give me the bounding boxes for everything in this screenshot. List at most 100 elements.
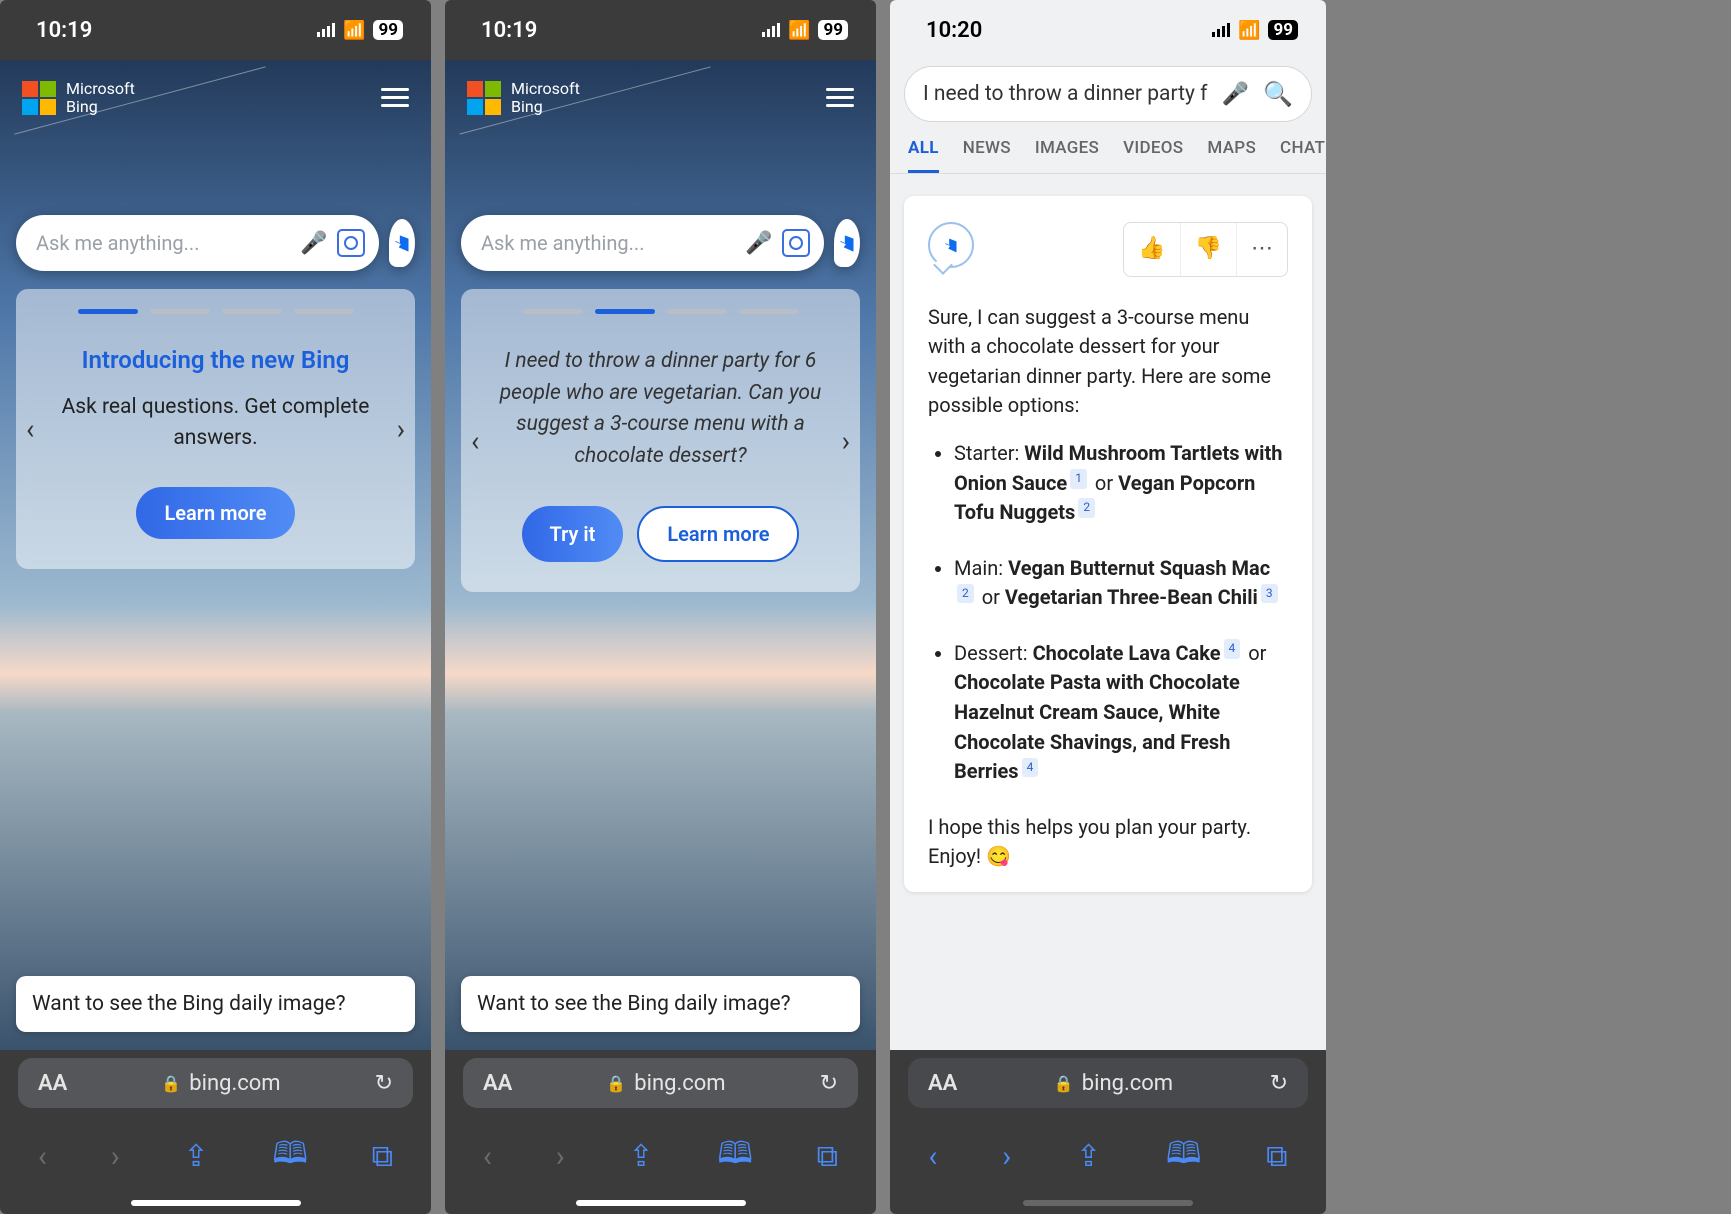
chevron-right-icon[interactable]: › [836,418,856,463]
tabs-icon[interactable]: ⧉ [801,1129,854,1184]
chevron-left-icon[interactable]: ‹ [20,407,40,452]
menu-icon[interactable] [826,88,854,107]
carousel-indicator[interactable] [42,309,389,314]
visual-search-icon[interactable] [337,229,365,257]
text-size-icon[interactable]: AA [928,1071,957,1096]
reload-icon[interactable]: ↻ [375,1071,393,1096]
try-it-button[interactable]: Try it [522,506,624,562]
address-bar[interactable]: AA 🔒bing.com ↻ [18,1058,413,1108]
share-icon[interactable]: ⇪ [1060,1129,1117,1184]
bing-results-page: 🎤 🔍 ALL NEWS IMAGES VIDEOS MAPS CHAT 👍 👎… [890,60,1326,1050]
battery-level: 99 [818,20,848,41]
logo-text: MicrosoftBing [511,80,580,115]
mic-icon[interactable]: 🎤 [300,231,327,256]
ios-status-bar: 10:20 📶99 [890,0,1326,60]
share-icon[interactable]: ⇪ [613,1129,670,1184]
tab-images[interactable]: IMAGES [1035,138,1099,173]
microsoft-logo-icon [467,81,501,115]
tab-maps[interactable]: MAPS [1207,138,1256,173]
carousel-indicator[interactable] [487,309,834,314]
forward-icon[interactable]: › [540,1129,581,1184]
microsoft-bing-logo[interactable]: MicrosoftBing [467,80,580,115]
url-text: bing.com [634,1071,725,1096]
bing-chat-bubble-icon [928,222,974,268]
daily-image-prompt[interactable]: Want to see the Bing daily image? [461,976,860,1032]
safari-toolbar: ‹ › ⇪ 🕮 ⧉ [890,1116,1326,1196]
back-icon[interactable]: ‹ [22,1129,63,1184]
text-size-icon[interactable]: AA [483,1071,512,1096]
example-prompt: I need to throw a dinner party for 6 peo… [487,346,834,472]
search-input[interactable] [923,82,1208,106]
promo-card: ‹ › I need to throw a dinner party for 6… [461,289,860,592]
search-icon[interactable]: 🔍 [1263,80,1293,108]
visual-search-icon[interactable] [782,229,810,257]
tab-all[interactable]: ALL [908,138,939,173]
clock: 10:19 [36,18,92,43]
chat-answer-card: 👍 👎 ⋯ Sure, I can suggest a 3-course men… [904,196,1312,892]
phone-screenshot-3: 10:20 📶99 🎤 🔍 ALL NEWS IMAGES VIDEOS MAP… [890,0,1326,1214]
search-box[interactable]: 🎤 [16,215,379,271]
answer-starter: Starter: Wild Mushroom Tartlets with Oni… [954,439,1288,528]
bookmarks-icon[interactable]: 🕮 [1150,1121,1217,1192]
promo-subtitle: Ask real questions. Get complete answers… [42,392,389,453]
back-icon[interactable]: ‹ [467,1129,508,1184]
battery-level: 99 [373,20,403,41]
text-size-icon[interactable]: AA [38,1071,67,1096]
feedback-buttons: 👍 👎 ⋯ [1123,222,1288,277]
safari-toolbar: ‹ › ⇪ 🕮 ⧉ [0,1116,431,1196]
bookmarks-icon[interactable]: 🕮 [701,1121,768,1192]
thumbs-up-icon[interactable]: 👍 [1124,223,1179,276]
thumbs-down-icon[interactable]: 👎 [1180,223,1236,276]
status-right: 📶 99 [317,20,403,41]
menu-icon[interactable] [381,88,409,107]
search-box[interactable]: 🎤 [461,215,824,271]
cell-signal-icon [762,23,780,37]
address-bar[interactable]: AA🔒bing.com↻ [908,1058,1308,1108]
safari-address-area: AA 🔒bing.com ↻ [0,1050,431,1116]
url-text: bing.com [189,1071,280,1096]
tab-videos[interactable]: VIDEOS [1123,138,1183,173]
reload-icon[interactable]: ↻ [1270,1071,1288,1096]
mic-icon[interactable]: 🎤 [745,231,772,256]
forward-icon[interactable]: › [986,1129,1027,1184]
learn-more-button[interactable]: Learn more [136,487,294,539]
chevron-right-icon[interactable]: › [391,407,411,452]
tabs-icon[interactable]: ⧉ [356,1129,409,1184]
answer-outro: I hope this helps you plan your party. E… [928,813,1288,872]
chevron-left-icon[interactable]: ‹ [465,418,485,463]
back-icon[interactable]: ‹ [912,1129,953,1184]
address-bar[interactable]: AA🔒bing.com↻ [463,1058,858,1108]
ios-status-bar: 10:19 📶 99 [0,0,431,60]
bing-chat-icon[interactable] [389,219,415,267]
bing-homepage: MicrosoftBing 🎤 ‹ › Introducing the new … [0,60,431,1050]
forward-icon[interactable]: › [95,1129,136,1184]
home-indicator [576,1200,746,1206]
microsoft-bing-logo[interactable]: MicrosoftBing [22,80,135,115]
daily-image-prompt[interactable]: Want to see the Bing daily image? [16,976,415,1032]
tabs-icon[interactable]: ⧉ [1250,1129,1303,1184]
mic-icon[interactable]: 🎤 [1222,82,1249,107]
microsoft-logo-icon [22,81,56,115]
search-tabs: ALL NEWS IMAGES VIDEOS MAPS CHAT [890,122,1326,174]
answer-intro: Sure, I can suggest a 3-course menu with… [928,303,1288,421]
search-input[interactable] [481,231,735,255]
bing-chat-icon[interactable] [834,219,860,267]
url-text: bing.com [1082,1071,1173,1096]
clock: 10:19 [481,18,537,43]
tab-chat[interactable]: CHAT [1280,138,1325,173]
bookmarks-icon[interactable]: 🕮 [256,1121,323,1192]
learn-more-button[interactable]: Learn more [637,506,799,562]
ios-status-bar: 10:19 📶99 [445,0,876,60]
search-box[interactable]: 🎤 🔍 [904,66,1312,122]
reload-icon[interactable]: ↻ [820,1071,838,1096]
tab-news[interactable]: NEWS [963,138,1011,173]
cell-signal-icon [1212,23,1230,37]
more-icon[interactable]: ⋯ [1236,223,1287,276]
search-input[interactable] [36,231,290,255]
share-icon[interactable]: ⇪ [168,1129,225,1184]
home-indicator [1023,1200,1193,1206]
battery-level: 99 [1268,20,1298,41]
answer-dessert: Dessert: Chocolate Lava Cake4 or Chocola… [954,639,1288,787]
promo-card: ‹ › Introducing the new Bing Ask real qu… [16,289,415,569]
logo-text: MicrosoftBing [66,80,135,115]
